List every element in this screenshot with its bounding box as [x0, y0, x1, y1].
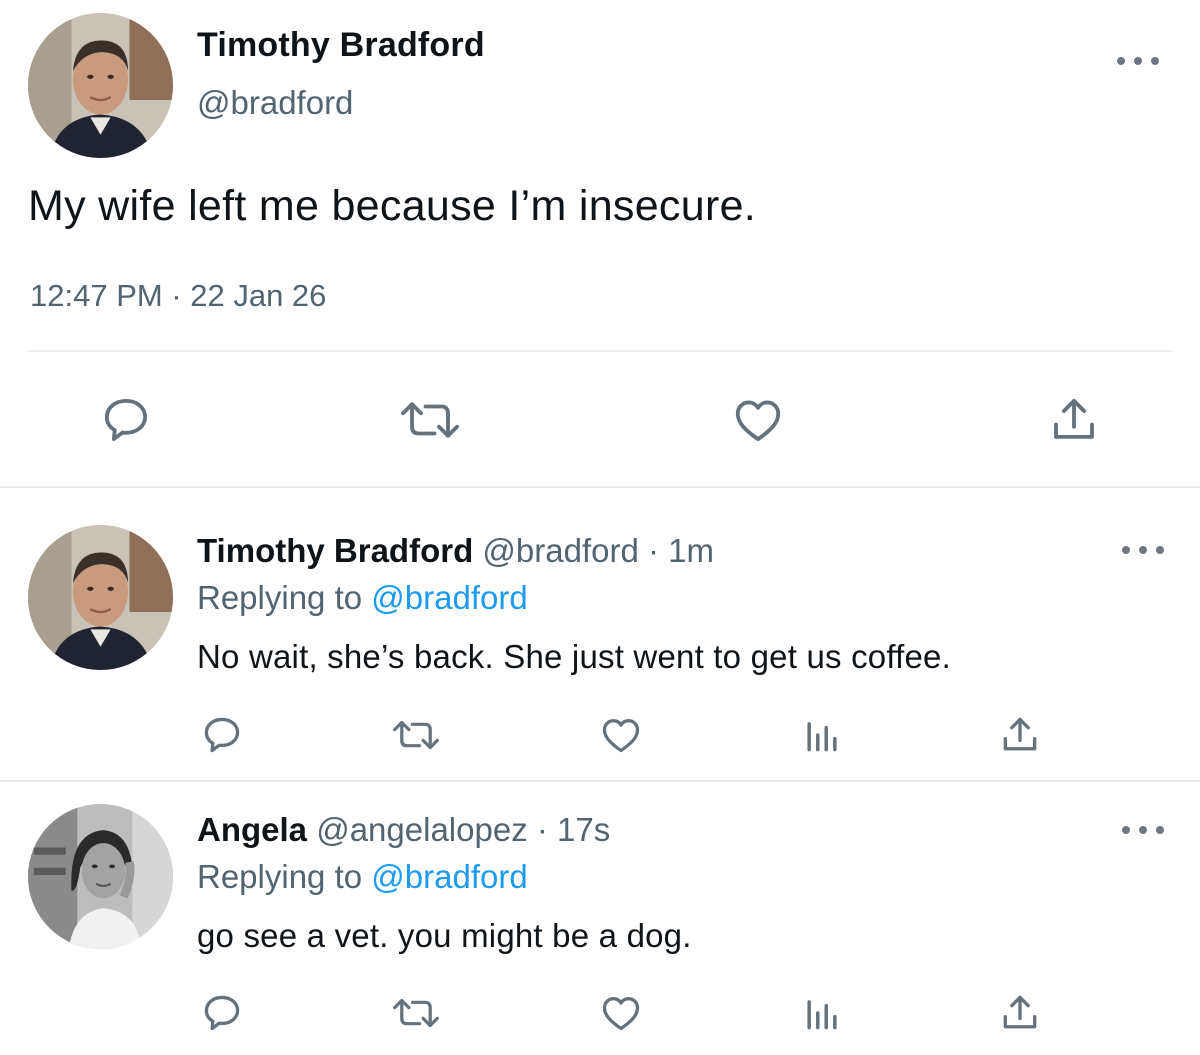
analytics-icon[interactable]: [800, 710, 844, 760]
share-icon[interactable]: [1044, 390, 1104, 450]
tweet-text: My wife left me because I’m insecure.: [28, 182, 757, 230]
tweet-text: go see a vet. you might be a dog.: [197, 917, 692, 954]
tweet-timestamp[interactable]: 12:47 PM · 22 Jan 26: [30, 278, 326, 314]
author-handle[interactable]: @angelalopez: [316, 811, 528, 848]
author-name[interactable]: Timothy Bradford: [197, 532, 473, 569]
author-name[interactable]: Timothy Bradford: [197, 26, 485, 65]
author-avatar[interactable]: [28, 804, 173, 949]
retweet-icon[interactable]: [385, 390, 475, 450]
author-handle[interactable]: @bradford: [197, 84, 353, 122]
avatar-photo: [28, 13, 173, 158]
retweet-icon[interactable]: [383, 710, 449, 760]
like-icon[interactable]: [598, 988, 644, 1038]
reply-icon[interactable]: [200, 710, 244, 760]
more-options-icon[interactable]: [1117, 54, 1159, 68]
avatar-photo: [28, 525, 173, 670]
author-handle[interactable]: @bradford: [482, 532, 638, 569]
retweet-icon[interactable]: [383, 988, 449, 1038]
author-name[interactable]: Angela: [197, 811, 307, 848]
share-icon[interactable]: [998, 710, 1042, 760]
avatar-photo: [28, 804, 173, 949]
replying-to: Replying to @bradford: [197, 579, 528, 617]
author-avatar[interactable]: [28, 13, 173, 158]
reply-tweet[interactable]: Timothy Bradford @bradford · 1m Replying…: [0, 488, 1200, 782]
reply-header: Angela @angelalopez · 17s: [197, 811, 610, 849]
separator: ·: [648, 532, 659, 569]
mention-link[interactable]: @bradford: [371, 858, 527, 895]
more-options-icon[interactable]: [1122, 823, 1164, 837]
time-ago[interactable]: 17s: [557, 811, 610, 848]
replying-prefix: Replying to: [197, 858, 363, 895]
replying-to: Replying to @bradford: [197, 858, 528, 896]
tweet-text: No wait, she’s back. She just went to ge…: [197, 638, 951, 675]
reply-header: Timothy Bradford @bradford · 1m: [197, 532, 714, 570]
tweet-action-bar: [0, 988, 1200, 1038]
reply-icon[interactable]: [200, 988, 244, 1038]
reply-icon[interactable]: [96, 390, 156, 450]
author-avatar[interactable]: [28, 525, 173, 670]
more-options-icon[interactable]: [1122, 543, 1164, 557]
like-icon[interactable]: [598, 710, 644, 760]
share-icon[interactable]: [998, 988, 1042, 1038]
analytics-icon[interactable]: [800, 988, 844, 1038]
replying-prefix: Replying to: [197, 579, 363, 616]
divider: [28, 350, 1172, 352]
tweet-action-bar: [0, 390, 1200, 450]
time-ago[interactable]: 1m: [668, 532, 714, 569]
mention-link[interactable]: @bradford: [371, 579, 527, 616]
separator: ·: [536, 811, 548, 848]
reply-tweet[interactable]: Angela @angelalopez · 17s Replying to @b…: [0, 782, 1200, 1055]
main-tweet: Timothy Bradford @bradford My wife left …: [0, 0, 1200, 488]
tweet-action-bar: [0, 710, 1200, 760]
like-icon[interactable]: [728, 390, 788, 450]
